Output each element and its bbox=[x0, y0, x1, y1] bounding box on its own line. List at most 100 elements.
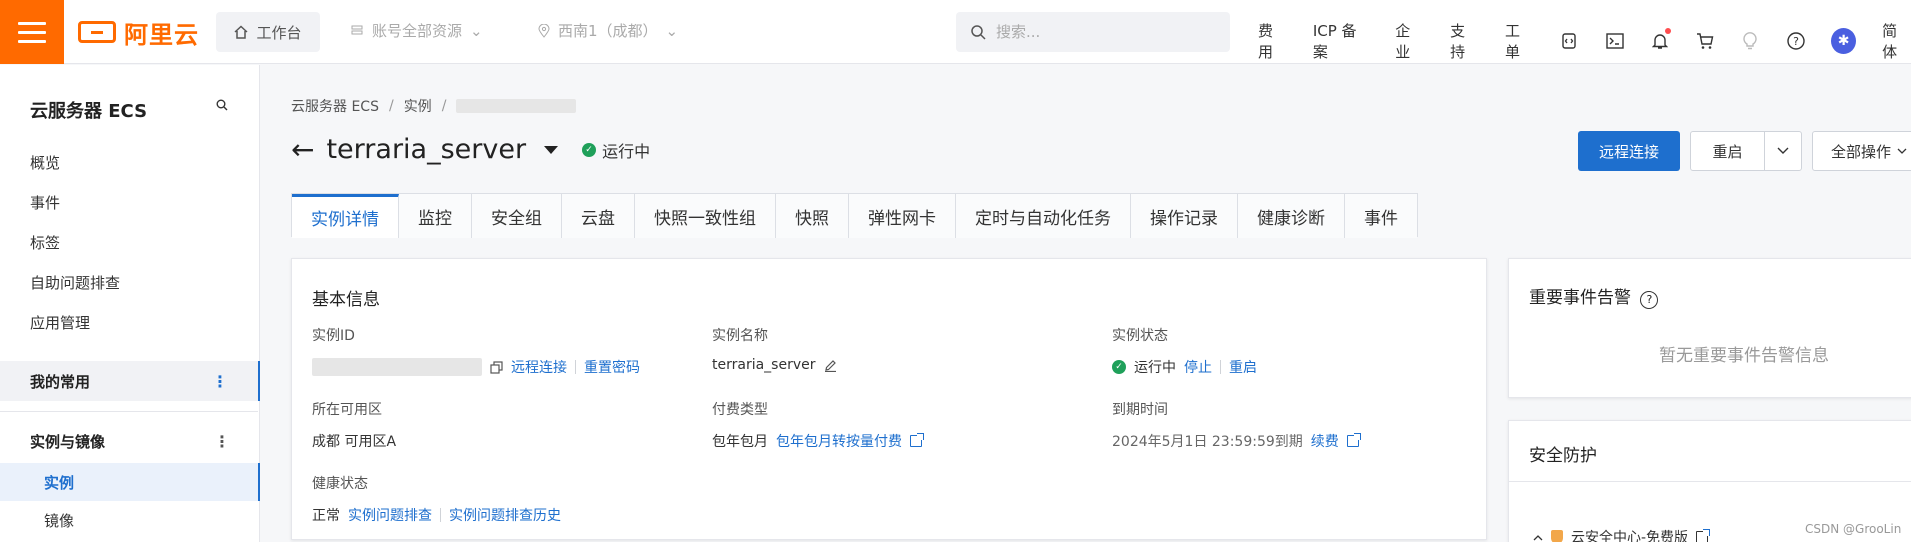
cart-icon[interactable] bbox=[1695, 31, 1714, 51]
menu-button[interactable] bbox=[0, 0, 64, 64]
copy-icon[interactable] bbox=[490, 360, 503, 374]
breadcrumb-ecs[interactable]: 云服务器 ECS bbox=[291, 96, 379, 116]
sidebar-item-instances[interactable]: 实例 bbox=[0, 463, 260, 501]
alert-title-row: 重要事件告警 ? bbox=[1529, 283, 1659, 309]
search-icon bbox=[971, 25, 986, 40]
security-title: 安全防护 bbox=[1529, 446, 1597, 466]
remote-connect-link[interactable]: 远程连接 bbox=[511, 357, 567, 377]
language-switch[interactable]: 简体 bbox=[1882, 20, 1911, 62]
home-icon bbox=[234, 25, 248, 39]
edit-pencil-icon[interactable] bbox=[824, 359, 837, 372]
breadcrumb-sep: / bbox=[388, 98, 394, 114]
tab-operation-log[interactable]: 操作记录 bbox=[1131, 194, 1238, 238]
restart-button-group: 重启 bbox=[1690, 131, 1802, 171]
tab-health-diagnosis[interactable]: 健康诊断 bbox=[1238, 194, 1345, 238]
nav-billing[interactable]: 费用 bbox=[1258, 20, 1287, 62]
instance-status: ✓ 运行中 bbox=[582, 138, 650, 162]
divider bbox=[575, 360, 576, 374]
restart-dropdown-button[interactable] bbox=[1765, 132, 1801, 170]
sidebar-item-troubleshoot[interactable]: 自助问题排查 bbox=[30, 272, 120, 293]
nav-enterprise[interactable]: 企业 bbox=[1395, 20, 1424, 62]
tab-snapshot-consistency-group[interactable]: 快照一致性组 bbox=[635, 194, 776, 238]
sidebar-title: 云服务器 ECS bbox=[30, 101, 148, 122]
breadcrumb: 云服务器 ECS / 实例 / bbox=[291, 96, 577, 116]
tab-instance-details[interactable]: 实例详情 bbox=[292, 194, 399, 238]
sidebar-item-overview[interactable]: 概览 bbox=[30, 152, 60, 173]
shield-icon bbox=[1551, 530, 1563, 542]
resource-selector[interactable]: 账号全部资源 ⌄ bbox=[350, 20, 483, 41]
search-box[interactable] bbox=[956, 12, 1230, 52]
group-label: 实例与镜像 bbox=[30, 432, 106, 451]
field-label: 实例ID bbox=[312, 328, 355, 344]
tab-security-group[interactable]: 安全组 bbox=[472, 194, 562, 238]
help-icon[interactable]: ? bbox=[1786, 31, 1805, 51]
reset-password-link[interactable]: 重置密码 bbox=[584, 357, 640, 377]
more-icon[interactable]: ⋮ bbox=[214, 432, 230, 451]
health-value: 正常 bbox=[312, 508, 340, 524]
more-icon[interactable]: ⋮ bbox=[212, 372, 228, 391]
check-circle-icon: ✓ bbox=[1112, 360, 1126, 374]
troubleshoot-history-link[interactable]: 实例问题排查历史 bbox=[449, 505, 561, 525]
logo-text: 阿里云 bbox=[124, 20, 199, 49]
renew-link[interactable]: 续费 bbox=[1311, 431, 1339, 451]
divider bbox=[1220, 360, 1221, 374]
top-bar: 阿里云 工作台 账号全部资源 ⌄ 西南1（成都） ⌄ 费用 ICP 备案 企业 … bbox=[0, 0, 1911, 64]
divider bbox=[440, 508, 441, 522]
tab-snapshot[interactable]: 快照 bbox=[776, 194, 849, 238]
instance-tabs: 实例详情 监控 安全组 云盘 快照一致性组 快照 弹性网卡 定时与自动化任务 操… bbox=[291, 193, 1418, 238]
tab-eni[interactable]: 弹性网卡 bbox=[849, 194, 956, 238]
all-operations-button[interactable]: 全部操作 bbox=[1812, 131, 1911, 171]
dropdown-caret-icon[interactable] bbox=[544, 145, 559, 154]
nav-support[interactable]: 支持 bbox=[1450, 20, 1479, 62]
breadcrumb-sep: / bbox=[441, 98, 447, 114]
tab-events[interactable]: 事件 bbox=[1345, 194, 1417, 238]
tab-scheduled-tasks[interactable]: 定时与自动化任务 bbox=[956, 194, 1131, 238]
sidebar-item-images[interactable]: 镜像 bbox=[0, 501, 260, 539]
search-icon[interactable] bbox=[216, 99, 228, 115]
notification-dot bbox=[1665, 28, 1672, 34]
sidebar-group-instances-images[interactable]: 实例与镜像 ⋮ bbox=[0, 421, 260, 461]
restart-button[interactable]: 重启 bbox=[1691, 132, 1765, 170]
field-label: 到期时间 bbox=[1112, 402, 1168, 418]
stop-link[interactable]: 停止 bbox=[1184, 357, 1212, 377]
breadcrumb-instances[interactable]: 实例 bbox=[404, 96, 432, 116]
billing-value: 包年包月 bbox=[712, 434, 768, 450]
bell-icon[interactable] bbox=[1650, 28, 1672, 51]
code-icon[interactable] bbox=[1560, 31, 1579, 51]
basic-info-card: 基本信息 实例ID 远程连接 重置密码 实例名称 terraria_server… bbox=[291, 258, 1487, 540]
security-center-item[interactable]: 云安全中心-免费版 bbox=[1533, 527, 1711, 542]
location-pin-icon bbox=[538, 23, 550, 38]
tab-cloud-disk[interactable]: 云盘 bbox=[562, 194, 635, 238]
external-link-icon[interactable] bbox=[910, 433, 924, 447]
avatar[interactable]: ✱ bbox=[1831, 28, 1857, 54]
workbench-tab[interactable]: 工作台 bbox=[216, 12, 320, 52]
restart-link[interactable]: 重启 bbox=[1229, 357, 1257, 377]
expiry-value: 2024年5月1日 23:59:59到期 bbox=[1112, 434, 1303, 450]
lightbulb-icon[interactable] bbox=[1741, 31, 1760, 51]
field-instance-name: 实例名称 terraria_server bbox=[712, 325, 837, 373]
field-label: 健康状态 bbox=[312, 476, 368, 492]
nav-icp[interactable]: ICP 备案 bbox=[1313, 20, 1369, 62]
field-health: 健康状态 正常 实例问题排查 实例问题排查历史 bbox=[312, 473, 561, 525]
external-link-icon[interactable] bbox=[1696, 529, 1711, 542]
sidebar-item-tags[interactable]: 标签 bbox=[30, 232, 60, 253]
status-text: 运行中 bbox=[602, 141, 651, 161]
nav-ticket[interactable]: 工单 bbox=[1505, 20, 1534, 62]
zone-value: 成都 可用区A bbox=[312, 434, 397, 450]
sidebar-item-app-management[interactable]: 应用管理 bbox=[30, 312, 90, 333]
logo-mark-icon bbox=[78, 21, 116, 43]
aliyun-logo[interactable]: 阿里云 bbox=[78, 16, 199, 49]
search-input[interactable] bbox=[996, 23, 1216, 41]
back-arrow-icon[interactable]: ← bbox=[291, 135, 314, 164]
external-link-icon[interactable] bbox=[1346, 433, 1361, 447]
sidebar-group-favorites[interactable]: 我的常用 ⋮ bbox=[0, 361, 260, 401]
remote-connect-button[interactable]: 远程连接 bbox=[1578, 131, 1680, 171]
region-selector[interactable]: 西南1（成都） ⌄ bbox=[538, 20, 678, 41]
status-value: 运行中 bbox=[1134, 360, 1176, 376]
sidebar-item-events[interactable]: 事件 bbox=[30, 192, 60, 213]
terminal-icon[interactable] bbox=[1605, 31, 1624, 51]
help-icon[interactable]: ? bbox=[1640, 290, 1659, 309]
troubleshoot-link[interactable]: 实例问题排查 bbox=[348, 505, 432, 525]
tab-monitoring[interactable]: 监控 bbox=[399, 194, 472, 238]
convert-billing-link[interactable]: 包年包月转按量付费 bbox=[776, 431, 902, 451]
